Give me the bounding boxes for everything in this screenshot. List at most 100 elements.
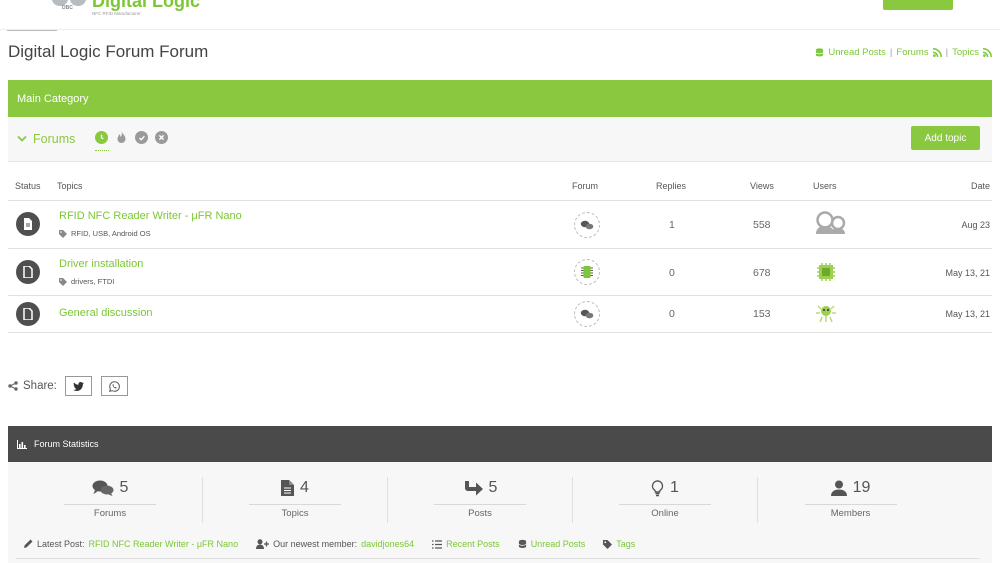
forum-statistics-body: 5 Forums 4 Topics 5 Posts 1 Online 19 Me… [8, 462, 992, 563]
chat-bubbles-icon[interactable] [574, 212, 600, 238]
chevron-down-icon [17, 135, 27, 142]
topic-title-link[interactable]: RFID NFC Reader Writer - μFR Nano [59, 210, 242, 222]
latest-post-label: Latest Post: [37, 539, 85, 549]
whatsapp-share-button[interactable] [100, 376, 128, 396]
clock-icon[interactable] [95, 131, 108, 144]
header-forum: Forum [572, 181, 599, 191]
topic-date: Aug 23 [961, 220, 990, 230]
file-icon [281, 480, 295, 496]
category-name: Main Category [17, 92, 89, 105]
chip-icon[interactable] [574, 259, 600, 285]
twitter-icon [72, 381, 84, 391]
stat-value: 19 [852, 479, 871, 496]
header-topics: Topics [57, 181, 83, 191]
stat-topics: 4 Topics [203, 477, 388, 523]
topic-tags: drivers, FTDI [59, 277, 114, 286]
forum-statistics-header: Forum Statistics [8, 426, 992, 462]
rss-icon [932, 48, 942, 57]
add-topic-button[interactable]: Add topic [911, 126, 980, 150]
newest-member-link[interactable]: davidjones64 [361, 539, 414, 549]
stat-members: 19 Members [758, 477, 943, 523]
latest-post-link[interactable]: RFID NFC Reader Writer - μFR Nano [89, 539, 239, 549]
reply-arrow-icon [464, 480, 483, 495]
link-separator: | [889, 47, 893, 58]
fire-icon[interactable] [115, 131, 128, 144]
forums-rss-link[interactable]: Forums [896, 47, 928, 58]
stat-posts: 5 Posts [388, 477, 573, 523]
stat-label: Posts [468, 508, 492, 519]
check-icon[interactable] [135, 131, 148, 144]
site-logo[interactable]: DBC Digital Logic NFC RFID Manufacturer [50, 0, 200, 16]
header-replies: Replies [656, 181, 687, 191]
table-row[interactable]: Driver installation drivers, FTDI 0 678 … [8, 248, 992, 295]
share-label: Share: [23, 380, 57, 392]
topic-tags-text[interactable]: RFID, USB, Android OS [71, 229, 151, 238]
database-icon [816, 48, 824, 57]
header-views: Views [750, 181, 774, 191]
header-action-button[interactable] [883, 0, 953, 10]
stat-value: 5 [488, 479, 498, 496]
logo-icon: DBC [50, 0, 90, 14]
topic-title-link[interactable]: General discussion [59, 307, 153, 319]
stat-forums: 5 Forums [18, 477, 203, 523]
whatsapp-icon [108, 380, 120, 392]
tag-icon [59, 229, 67, 238]
rss-icon [983, 48, 992, 57]
replies-count: 1 [669, 219, 675, 231]
views-count: 678 [753, 267, 771, 279]
table-row[interactable]: General discussion 0 153 May 13, 21 [8, 295, 992, 333]
header-status: Status [15, 181, 41, 191]
comments-icon [92, 480, 114, 496]
database-icon [518, 539, 526, 548]
twitter-share-button[interactable] [64, 376, 92, 396]
header-users: Users [813, 181, 837, 191]
topic-tags: RFID, USB, Android OS [59, 229, 151, 238]
topic-tags-text[interactable]: drivers, FTDI [71, 277, 114, 286]
replies-count: 0 [669, 267, 675, 279]
stat-label: Forums [93, 508, 127, 519]
page-title: Digital Logic Forum Forum [8, 42, 209, 61]
site-header: DBC Digital Logic NFC RFID Manufacturer [0, 0, 1000, 30]
share-bar: Share: [8, 376, 137, 396]
recent-posts-link[interactable]: Recent Posts [446, 539, 500, 549]
topic-status-icon [16, 302, 40, 326]
logo-code: DBC [62, 5, 73, 11]
tags-link[interactable]: Tags [616, 539, 635, 549]
unread-posts-link[interactable]: Unread Posts [828, 47, 886, 58]
forums-toolbar: Forums Add topic [8, 117, 992, 162]
stat-value: 1 [670, 479, 679, 496]
share-icon [8, 381, 18, 391]
bar-chart-icon [17, 439, 27, 449]
topic-filters [95, 131, 168, 144]
stat-online: 1 Online [573, 477, 758, 523]
stat-label: Topics [281, 508, 309, 519]
logo-name: Digital Logic [92, 0, 200, 11]
forums-label: Forums [33, 132, 76, 146]
chat-bubbles-icon[interactable] [574, 301, 600, 327]
topics-rss-link[interactable]: Topics [952, 47, 979, 58]
stat-value: 4 [300, 479, 309, 496]
header-date: Date [970, 181, 990, 191]
logo-tagline: NFC RFID Manufacturer [92, 11, 141, 16]
user-plus-icon [256, 539, 270, 549]
active-filter-underline [95, 150, 109, 151]
sprite-avatar-icon[interactable] [814, 303, 838, 328]
chip-avatar-icon[interactable] [814, 260, 838, 287]
newest-member-label: Our newest member: [273, 539, 358, 549]
link-separator: | [945, 47, 949, 58]
tag-icon [603, 539, 613, 549]
close-icon[interactable] [155, 131, 168, 144]
topic-status-icon [16, 260, 40, 284]
main-category-bar[interactable]: Main Category [8, 80, 992, 117]
table-row[interactable]: RFID NFC Reader Writer - μFR Nano RFID, … [8, 200, 992, 248]
stat-value: 5 [119, 479, 129, 496]
unread-posts-link[interactable]: Unread Posts [531, 539, 586, 549]
statistics-title: Forum Statistics [34, 439, 99, 449]
topic-title-link[interactable]: Driver installation [59, 258, 143, 270]
statistics-footer: Latest Post: RFID NFC Reader Writer - μF… [23, 539, 635, 549]
user-icon [830, 480, 847, 496]
views-count: 153 [753, 308, 771, 320]
topic-status-icon [16, 212, 40, 236]
user-avatars-icon[interactable] [814, 210, 850, 237]
forums-toggle[interactable]: Forums [17, 132, 75, 146]
